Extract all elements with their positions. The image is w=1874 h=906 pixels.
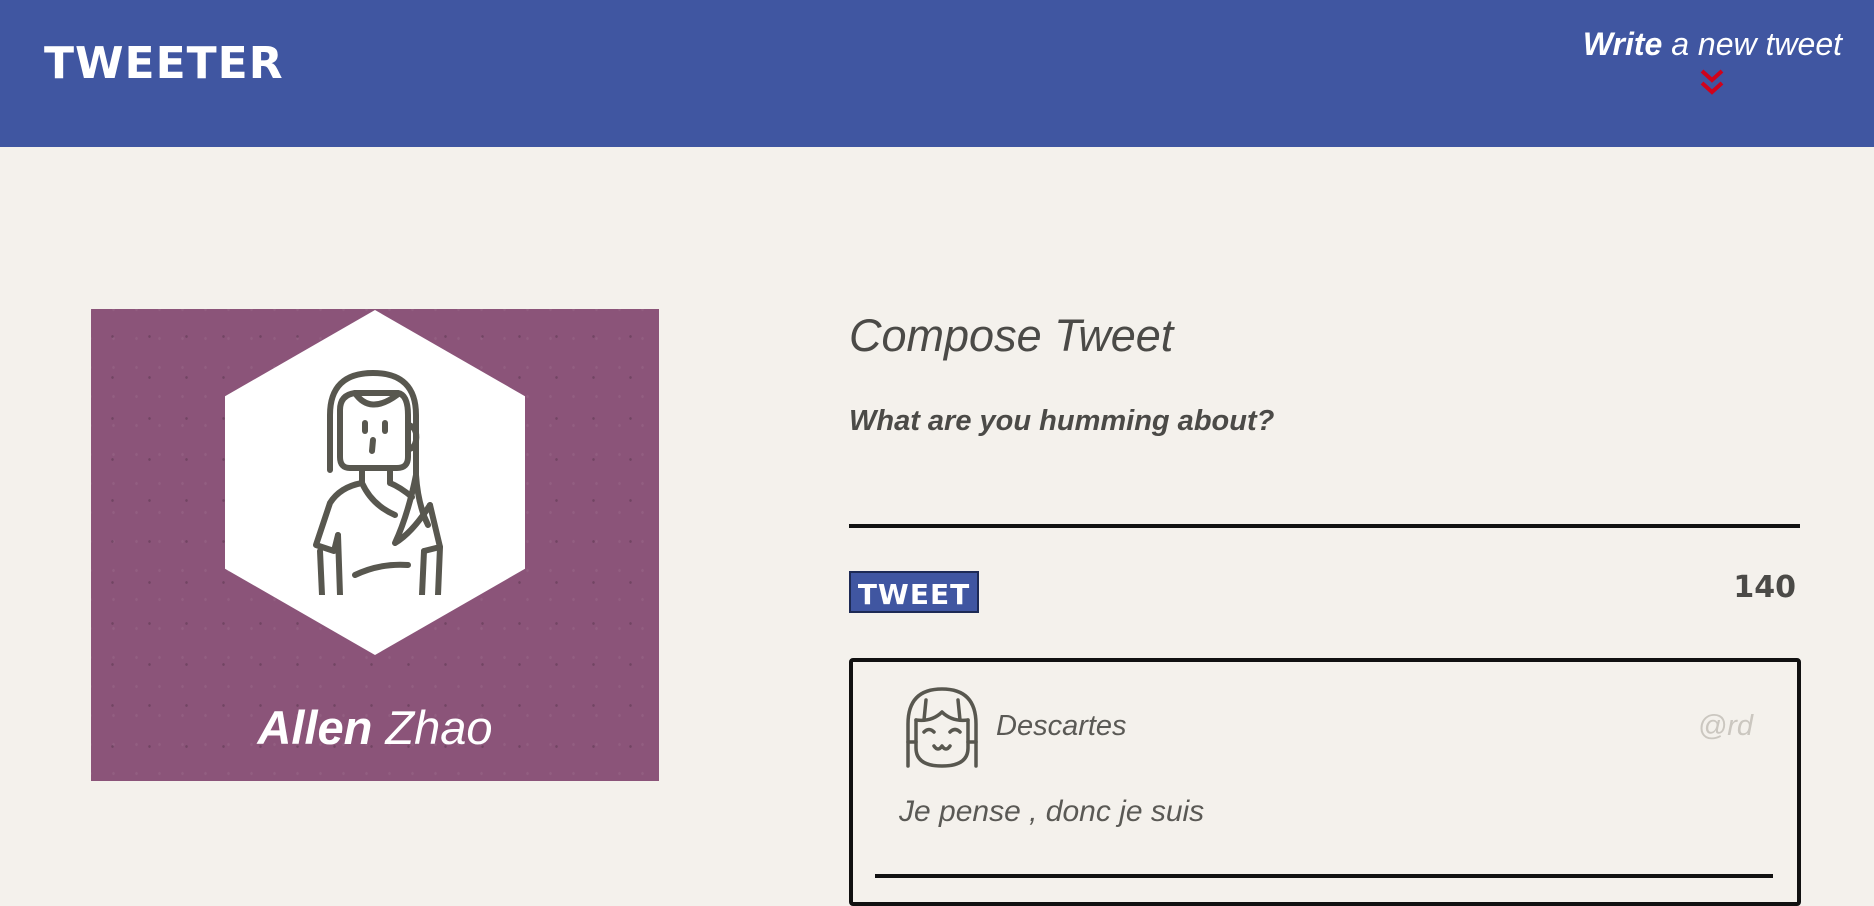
girl-avatar-icon: [313, 370, 443, 595]
write-label-bold: Write: [1582, 26, 1663, 62]
compose-prompt-label: What are you humming about?: [849, 405, 1275, 437]
compose-title: Compose Tweet: [849, 310, 1174, 361]
double-chevron-down-icon[interactable]: [1697, 67, 1727, 99]
app-logo[interactable]: TWEETER: [44, 38, 284, 89]
tweet-author-handle: @rd: [1697, 710, 1753, 742]
tweet-card: Descartes @rd Je pense , donc je suis: [849, 658, 1801, 906]
tweet-input[interactable]: [849, 452, 1800, 528]
tweet-divider: [875, 874, 1773, 878]
write-new-tweet-toggle[interactable]: Write a new tweet: [1583, 26, 1842, 99]
profile-first-name: Allen: [257, 701, 373, 754]
tweet-button[interactable]: TWEET: [849, 571, 979, 613]
character-counter: 140: [1733, 570, 1796, 605]
write-label-rest: a new tweet: [1671, 26, 1842, 62]
avatar-hexagon: [225, 310, 525, 655]
tweet-author-name: Descartes: [996, 710, 1127, 742]
profile-last-name: Zhao: [385, 701, 493, 754]
profile-card: Allen Zhao: [91, 309, 659, 781]
tweet-text: Je pense , donc je suis: [899, 795, 1205, 828]
smiling-girl-avatar-icon: [906, 687, 978, 768]
profile-name: Allen Zhao: [91, 700, 659, 755]
top-nav-bar: TWEETER Write a new tweet: [0, 0, 1874, 147]
